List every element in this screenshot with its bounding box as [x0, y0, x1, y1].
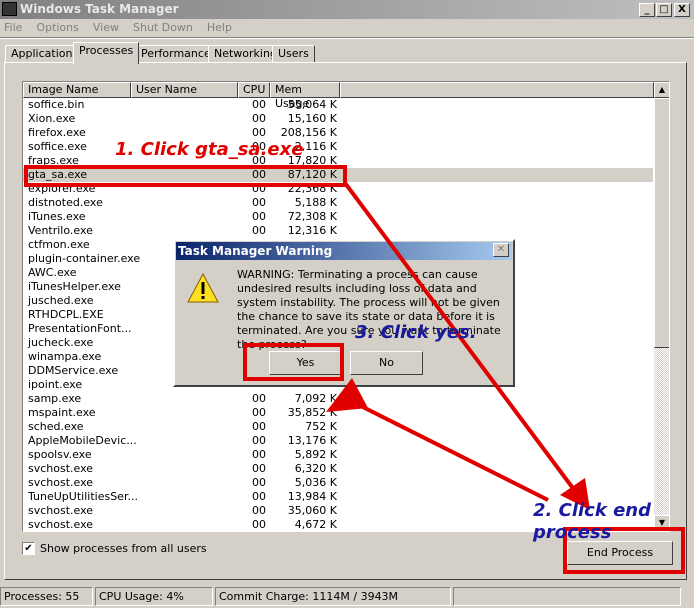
highlight-gta-sa: [24, 165, 347, 187]
highlight-yes: [243, 343, 344, 381]
step1-note: 1. Click gta_sa.exe: [115, 139, 304, 160]
arrowhead-yes: [326, 378, 368, 412]
step2-note: 2. Click end process: [533, 500, 651, 543]
step3-note: 3. Click yes.: [355, 322, 477, 343]
